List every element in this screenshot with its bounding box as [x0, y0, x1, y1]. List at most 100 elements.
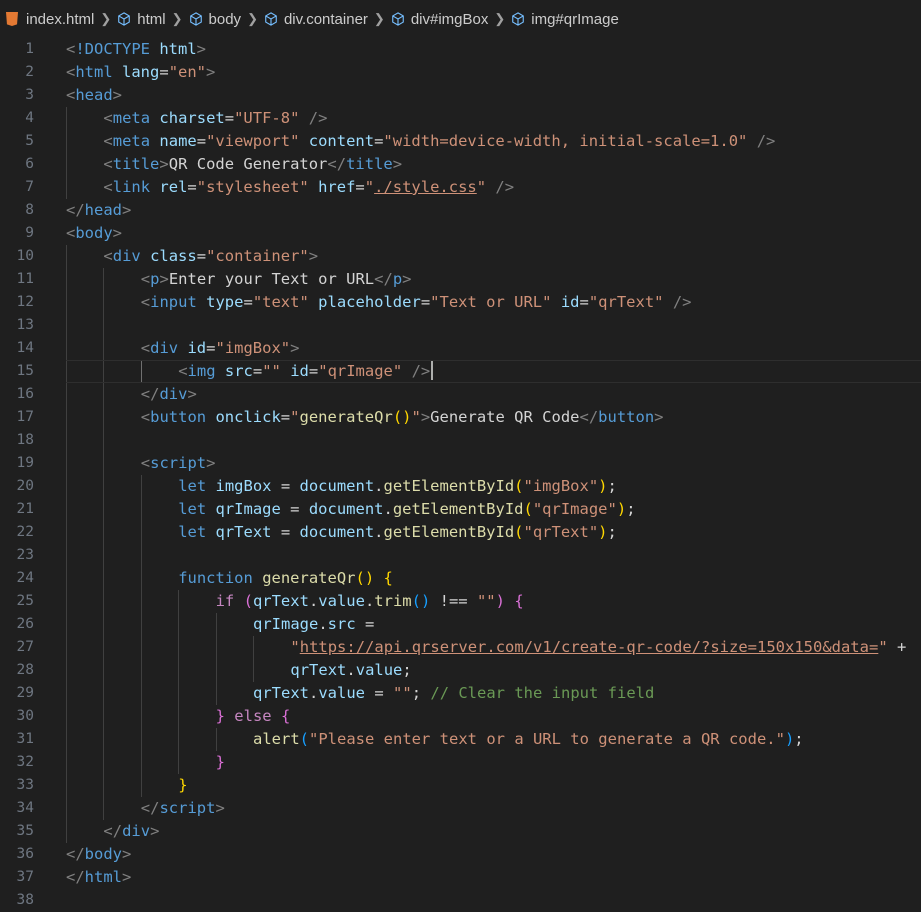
code-token: >: [112, 86, 123, 104]
code-line[interactable]: 36 </body>: [0, 843, 921, 866]
code-line[interactable]: 33}: [0, 774, 921, 797]
code-token: charset: [159, 109, 225, 127]
code-token: =: [243, 293, 253, 311]
code-line[interactable]: 4 <meta charset="UTF-8" />: [0, 107, 921, 130]
code-line[interactable]: 17 <button onclick="generateQr()">Generat…: [0, 406, 921, 429]
code-token: if: [215, 592, 244, 610]
code-token: <: [66, 224, 76, 242]
code-token: button: [598, 408, 655, 426]
code-token: <: [103, 155, 113, 173]
code-line[interactable]: 27 "https://api.qrserver.com/v1/create-qr…: [0, 636, 921, 659]
code-token: =: [271, 477, 300, 495]
breadcrumb-item-html[interactable]: ❯ html: [100, 11, 165, 28]
code-line[interactable]: 13: [0, 314, 921, 337]
line-code: qrText.value = ""; // Clear the input fi…: [253, 682, 654, 705]
code-line[interactable]: 30} else {: [0, 705, 921, 728]
code-token: =: [355, 178, 365, 196]
line-number: 26: [16, 616, 34, 632]
breadcrumb-file[interactable]: index.html: [6, 11, 94, 28]
code-line[interactable]: 11 <p>Enter your Text or URL</p>: [0, 268, 921, 291]
text-cursor: [431, 361, 434, 380]
code-line[interactable]: 34 </script>: [0, 797, 921, 820]
code-line[interactable]: 21 let qrImage = document.getElementById(…: [0, 498, 921, 521]
code-token: qrImage: [215, 500, 281, 518]
code-line[interactable]: 28 qrText.value;: [0, 659, 921, 682]
code-line[interactable]: 3 <head>: [0, 84, 921, 107]
code-token: document: [308, 500, 384, 518]
code-line[interactable]: 25 if (qrText.value.trim() !== "") {: [0, 590, 921, 613]
code-token: // Clear the input field: [430, 684, 655, 702]
breadcrumb-item-container[interactable]: ❯ div.container: [247, 11, 368, 28]
line-number: 22: [16, 524, 34, 540]
line-number: 2: [25, 64, 34, 80]
code-line[interactable]: 2 <html lang="en">: [0, 61, 921, 84]
code-token: name: [159, 132, 197, 150]
indent-guide: [140, 590, 142, 613]
code-line[interactable]: 19 <script>: [0, 452, 921, 475]
code-token: "qrText": [523, 523, 599, 541]
code-editor[interactable]: 1 <!DOCTYPE html> 2 <html lang="en"> 3 <head>…: [0, 38, 921, 912]
line-number: 13: [16, 317, 34, 333]
code-token: >: [150, 822, 160, 840]
code-token: </: [327, 155, 347, 173]
breadcrumb-item-imgbox[interactable]: ❯ div#imgBox: [374, 11, 488, 28]
code-token: "qrImage": [318, 362, 403, 380]
code-token: body: [75, 224, 113, 242]
line-code: </html>: [66, 866, 131, 889]
line-code: let qrText = document.getElementById("qr…: [178, 521, 617, 544]
code-line[interactable]: 32}: [0, 751, 921, 774]
code-token: lang: [122, 63, 160, 81]
code-line[interactable]: 7 <link rel="stylesheet" href="./style.cs…: [0, 176, 921, 199]
code-line[interactable]: 38: [0, 889, 921, 912]
code-token: ): [784, 730, 795, 748]
code-line[interactable]: 10 <div class="container">: [0, 245, 921, 268]
code-line[interactable]: 14 <div id="imgBox">: [0, 337, 921, 360]
code-line[interactable]: 29 qrText.value = ""; // Clear the input …: [0, 682, 921, 705]
code-line[interactable]: 8 </head>: [0, 199, 921, 222]
indent-guide: [215, 613, 217, 636]
code-line[interactable]: 6 <title>QR Code Generator</title>: [0, 153, 921, 176]
indent-guide: [66, 268, 67, 291]
indent-guide: [66, 406, 67, 429]
code-line[interactable]: 24 function generateQr() {: [0, 567, 921, 590]
line-code: <!DOCTYPE html>: [66, 38, 206, 61]
code-token: script: [150, 454, 207, 472]
code-token: />: [402, 362, 431, 380]
chevron-right-icon: ❯: [494, 11, 506, 26]
code-line[interactable]: 20 let imgBox = document.getElementById("…: [0, 475, 921, 498]
line-number: 23: [16, 547, 34, 563]
code-line[interactable]: 23: [0, 544, 921, 567]
line-number: 5: [25, 133, 34, 149]
code-token: "width=device-width, initial-scale=1.0": [383, 132, 748, 150]
code-line[interactable]: 18: [0, 429, 921, 452]
code-line[interactable]: 12 <input type="text" placeholder="Text o…: [0, 291, 921, 314]
code-token: alert: [253, 730, 300, 748]
code-line[interactable]: 5 <meta name="viewport" content="width=de…: [0, 130, 921, 153]
code-token: value: [318, 684, 366, 702]
code-token: html: [159, 40, 197, 58]
line-number: 24: [16, 570, 34, 586]
code-line[interactable]: 1 <!DOCTYPE html>: [0, 38, 921, 61]
breadcrumb-item-body[interactable]: ❯ body: [172, 11, 241, 28]
code-token: (: [514, 477, 524, 495]
code-line[interactable]: 9 <body>: [0, 222, 921, 245]
line-code: <meta name="viewport" content="width=dev…: [103, 130, 775, 153]
code-token: "imgBox": [523, 477, 599, 495]
code-line[interactable]: 16 </div>: [0, 383, 921, 406]
code-line[interactable]: 35 </div>: [0, 820, 921, 843]
code-line[interactable]: 37 </html>: [0, 866, 921, 889]
code-line[interactable]: 22 let qrText = document.getElementById("…: [0, 521, 921, 544]
code-token: (: [243, 592, 253, 610]
code-line[interactable]: 26 qrImage.src =: [0, 613, 921, 636]
code-token: >: [159, 270, 169, 288]
code-token: </: [579, 408, 599, 426]
breadcrumb-item-qrimage[interactable]: ❯ img#qrImage: [494, 11, 618, 28]
code-line[interactable]: 31 alert("Please enter text or a URL to g…: [0, 728, 921, 751]
code-token: <: [178, 362, 188, 380]
code-line[interactable]: 15 <img src="" id="qrImage" />: [0, 360, 921, 383]
code-token: rel: [159, 178, 188, 196]
indent-guide: [66, 682, 67, 705]
